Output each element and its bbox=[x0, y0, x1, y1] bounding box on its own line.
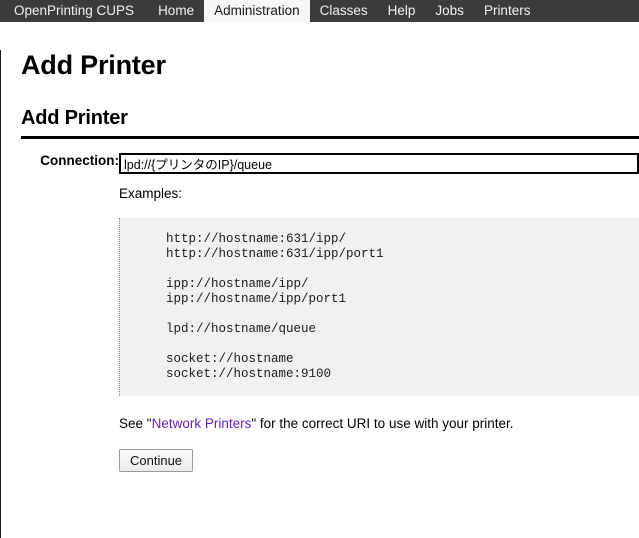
page-content: Add Printer Add Printer Connection: Exam… bbox=[0, 50, 639, 538]
nav-item-administration[interactable]: Administration bbox=[204, 0, 310, 22]
main-navigation: OpenPrinting CUPS Home Administration Cl… bbox=[0, 0, 639, 22]
example-uri: ipp://hostname/ipp/ bbox=[166, 277, 309, 291]
nav-item-home[interactable]: Home bbox=[148, 0, 204, 22]
nav-brand-openprinting-cups[interactable]: OpenPrinting CUPS bbox=[10, 0, 148, 22]
example-uri: socket://hostname:9100 bbox=[166, 367, 332, 381]
continue-button[interactable]: Continue bbox=[119, 449, 194, 472]
section-title: Add Printer bbox=[21, 107, 128, 129]
add-printer-form: Connection: Examples: http://hostname:63… bbox=[1, 153, 639, 472]
example-spacer bbox=[166, 337, 639, 352]
nav-item-classes[interactable]: Classes bbox=[310, 0, 378, 22]
example-uri: lpd://hostname/queue bbox=[166, 322, 317, 336]
nav-item-help[interactable]: Help bbox=[378, 0, 426, 22]
example-uri: socket://hostname bbox=[166, 352, 294, 366]
connection-form-table: Connection: Examples: http://hostname:63… bbox=[1, 153, 639, 472]
connection-uri-examples: http://hostname:631/ipp/http://hostname:… bbox=[119, 218, 639, 396]
connection-field-cell: Examples: http://hostname:631/ipp/http:/… bbox=[119, 153, 639, 472]
example-spacer bbox=[166, 262, 639, 277]
nav-item-printers[interactable]: Printers bbox=[474, 0, 541, 22]
example-uri: http://hostname:631/ipp/ bbox=[166, 232, 347, 246]
examples-label: Examples: bbox=[119, 186, 183, 201]
example-uri: ipp://hostname/ipp/port1 bbox=[166, 292, 347, 306]
connection-label: Connection: bbox=[40, 153, 119, 168]
network-printers-link[interactable]: Network Printers bbox=[152, 416, 252, 431]
connection-input[interactable] bbox=[119, 153, 639, 174]
example-spacer bbox=[166, 307, 639, 322]
table-row: Connection: Examples: http://hostname:63… bbox=[1, 153, 639, 472]
nav-item-jobs[interactable]: Jobs bbox=[425, 0, 474, 22]
section-title-divider bbox=[21, 136, 639, 139]
example-uri: http://hostname:631/ipp/port1 bbox=[166, 247, 384, 261]
see-suffix-text: " for the correct URI to use with your p… bbox=[251, 416, 514, 431]
see-prefix-text: See " bbox=[119, 416, 152, 431]
page-title: Add Printer bbox=[21, 50, 166, 80]
network-printers-hint: See "Network Printers" for the correct U… bbox=[119, 416, 639, 431]
